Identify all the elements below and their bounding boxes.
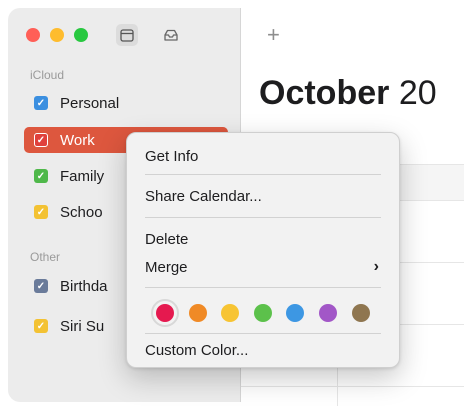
checkbox-icon[interactable]: ✓: [34, 169, 48, 183]
calendar-item-label: Siri Su: [60, 317, 105, 335]
context-menu: Get Info Share Calendar... Delete Merge …: [126, 132, 400, 368]
calendar-icon: [120, 29, 134, 42]
checkbox-icon[interactable]: ✓: [34, 133, 48, 147]
calendar-window: iCloud ✓ Personal ✓ Work ✓ Family ✓ Scho…: [0, 0, 464, 406]
menu-item-label: Merge: [145, 258, 188, 276]
inbox-icon: [164, 29, 178, 41]
grid-divider: [241, 386, 464, 387]
color-swatch-orange[interactable]: [189, 304, 207, 322]
color-swatch-green[interactable]: [254, 304, 272, 322]
checkbox-icon[interactable]: ✓: [34, 279, 48, 293]
title-year: 20: [398, 74, 437, 112]
add-event-button[interactable]: +: [267, 22, 280, 48]
inbox-button[interactable]: [160, 24, 182, 46]
menu-item-merge[interactable]: Merge ›: [135, 255, 391, 279]
menu-separator: [145, 287, 381, 288]
menu-separator: [145, 333, 381, 334]
chevron-right-icon: ›: [373, 258, 379, 275]
calendar-item-label: Work: [60, 131, 95, 149]
color-swatch-blue[interactable]: [286, 304, 304, 322]
color-swatch-brown[interactable]: [352, 304, 370, 322]
calendar-item-personal[interactable]: ✓ Personal: [24, 90, 228, 116]
page-title: October 20: [259, 74, 437, 113]
menu-item-share-calendar[interactable]: Share Calendar...: [135, 184, 391, 208]
checkbox-icon[interactable]: ✓: [34, 319, 48, 333]
color-swatch-red[interactable]: [156, 304, 174, 322]
section-label-other: Other: [30, 250, 61, 264]
calendar-item-label: Family: [60, 167, 105, 185]
calendar-item-label: Schoo: [60, 203, 103, 221]
color-swatch-purple[interactable]: [319, 304, 337, 322]
title-month: October: [259, 74, 390, 112]
section-label-icloud: iCloud: [30, 68, 65, 82]
calendar-list-toggle-button[interactable]: [116, 24, 138, 46]
zoom-window-button[interactable]: [74, 28, 88, 42]
minimize-window-button[interactable]: [50, 28, 64, 42]
checkbox-icon[interactable]: ✓: [34, 205, 48, 219]
checkbox-icon[interactable]: ✓: [34, 96, 48, 110]
calendar-item-label: Personal: [60, 94, 120, 112]
menu-item-get-info[interactable]: Get Info: [135, 144, 391, 168]
close-window-button[interactable]: [26, 28, 40, 42]
menu-item-delete[interactable]: Delete: [135, 227, 391, 251]
calendar-item-label: Birthda: [60, 277, 108, 295]
color-swatch-yellow[interactable]: [221, 304, 239, 322]
menu-separator: [145, 217, 381, 218]
menu-item-custom-color[interactable]: Custom Color...: [135, 338, 391, 362]
menu-separator: [145, 174, 381, 175]
